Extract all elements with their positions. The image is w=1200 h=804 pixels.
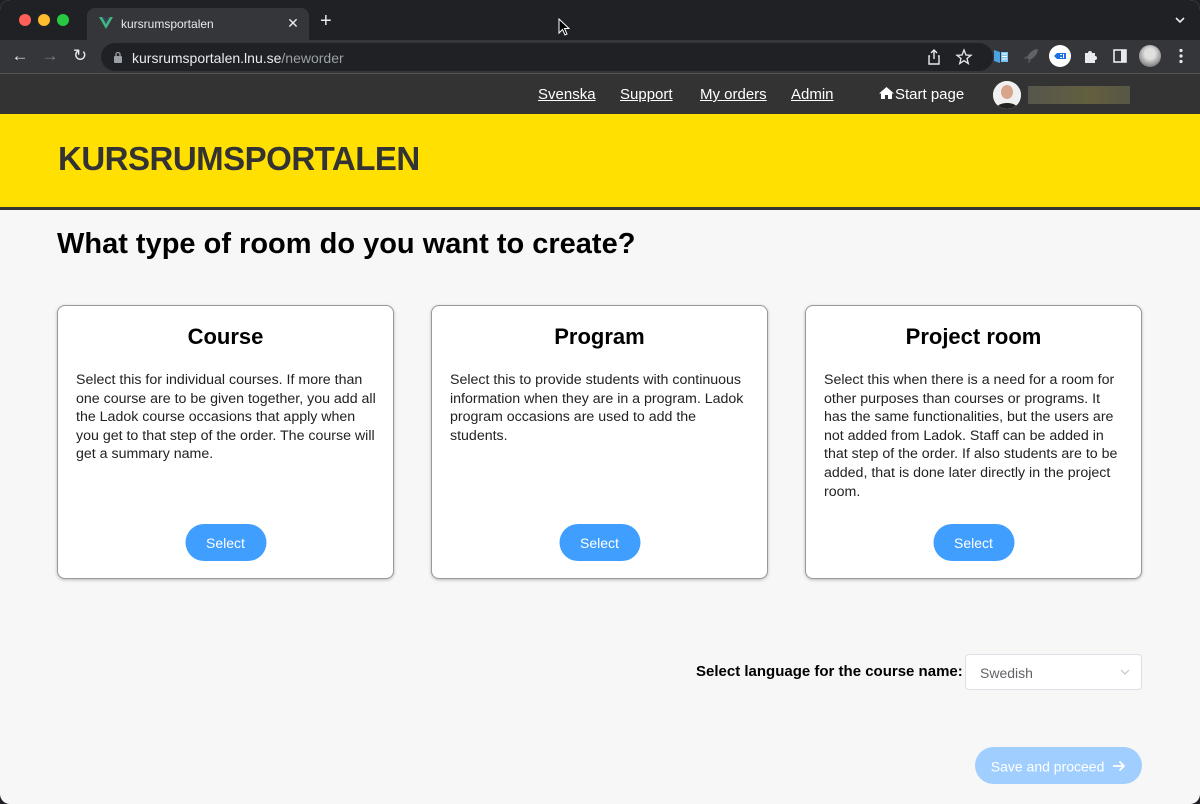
tab-search-chevron-icon[interactable]	[1174, 14, 1186, 26]
username-redacted	[1028, 86, 1130, 104]
select-project-room-button[interactable]: Select	[933, 524, 1014, 561]
nav-link-svenska[interactable]: Svenska	[538, 86, 596, 103]
chevron-down-icon	[1120, 669, 1130, 675]
card-description: Select this to provide students with con…	[450, 372, 744, 444]
extensions-puzzle-icon[interactable]	[1080, 45, 1102, 67]
language-select[interactable]: Swedish	[965, 654, 1142, 690]
back-arrow-icon[interactable]: ←	[10, 46, 30, 66]
room-type-card-program: Program Select this to provide students …	[431, 305, 768, 579]
user-photo-icon	[993, 81, 1021, 109]
language-label: Select language for the course name:	[696, 663, 963, 680]
browser-window: kursrumsportalen ✕ + ← → ↻ kursrumsporta…	[0, 0, 1200, 804]
nav-link-admin[interactable]: Admin	[791, 86, 834, 103]
nav-link-support[interactable]: Support	[620, 86, 673, 103]
room-type-card-project-room: Project room Select this when there is a…	[805, 305, 1142, 579]
url-host: kursrumsportalen.lnu.se	[132, 50, 282, 66]
reader-extension-icon[interactable]	[990, 45, 1012, 67]
card-title: Project room	[905, 324, 1042, 349]
save-and-proceed-button[interactable]: Save and proceed	[975, 747, 1142, 784]
close-window-button[interactable]	[19, 14, 31, 26]
card-title: Program	[554, 324, 645, 349]
share-icon[interactable]	[925, 48, 943, 66]
card-description: Select this when there is a need for a r…	[824, 372, 1118, 500]
site-banner: KURSRUMSPORTALEN	[0, 114, 1200, 210]
room-type-card-course: Course Select this for individual course…	[57, 305, 394, 579]
bookmark-star-icon[interactable]	[955, 48, 973, 66]
minimize-window-button[interactable]	[38, 14, 50, 26]
url-path: /neworder	[281, 50, 344, 66]
language-selected-value: Swedish	[980, 665, 1033, 681]
site-nav: Svenska Support My orders Admin Start pa…	[0, 73, 1200, 114]
tab-title: kursrumsportalen	[121, 17, 214, 31]
reload-icon[interactable]: ↻	[70, 46, 90, 66]
save-button-label: Save and proceed	[990, 758, 1105, 775]
select-program-button[interactable]: Select	[559, 524, 640, 561]
tag-extension-icon[interactable]	[1049, 45, 1071, 67]
rocket-extension-icon[interactable]	[1020, 45, 1042, 67]
url-text: kursrumsportalen.lnu.se/neworder	[132, 50, 344, 66]
side-panel-icon[interactable]	[1109, 45, 1131, 67]
vue-logo-icon	[99, 17, 113, 29]
lock-icon	[114, 51, 122, 63]
home-icon	[879, 87, 894, 99]
nav-link-my-orders[interactable]: My orders	[700, 86, 767, 103]
arrow-right-icon	[1113, 761, 1126, 772]
card-description: Select this for individual courses. If m…	[76, 372, 376, 463]
browser-toolbar: ← → ↻ kursrumsportalen.lnu.se/neworder	[0, 40, 1200, 73]
site-title: KURSRUMSPORTALEN	[58, 140, 420, 177]
page-title: What type of room do you want to create?	[57, 228, 636, 260]
more-menu-icon[interactable]	[1170, 45, 1192, 67]
start-page-label: Start page	[895, 86, 965, 103]
new-tab-button[interactable]: +	[320, 11, 332, 31]
card-title: Course	[187, 324, 264, 349]
profile-avatar-icon[interactable]	[1139, 45, 1161, 67]
start-page-link[interactable]: Start page	[878, 86, 964, 103]
user-avatar[interactable]	[993, 81, 1021, 109]
tab-strip: kursrumsportalen ✕ +	[0, 0, 1200, 40]
browser-tab[interactable]: kursrumsportalen ✕	[87, 8, 309, 40]
forward-arrow-icon[interactable]: →	[40, 46, 60, 66]
address-bar[interactable]: kursrumsportalen.lnu.se/neworder	[101, 43, 993, 71]
maximize-window-button[interactable]	[57, 14, 69, 26]
mouse-cursor-icon	[558, 18, 570, 36]
select-course-button[interactable]: Select	[185, 524, 266, 561]
close-tab-icon[interactable]: ✕	[285, 14, 301, 32]
